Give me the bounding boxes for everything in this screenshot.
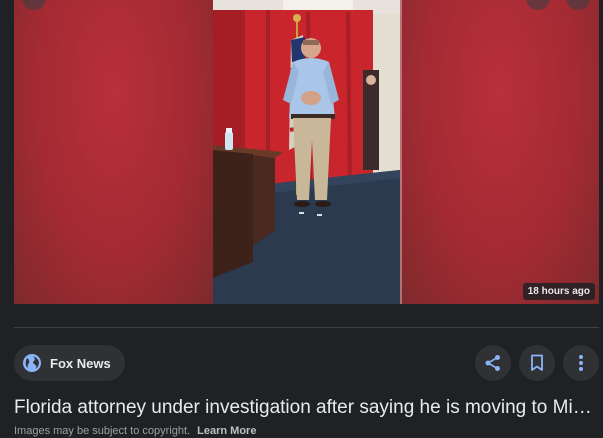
copyright-notice: Images may be subject to copyright. Lear… (14, 424, 599, 438)
source-name: Fox News (50, 355, 111, 371)
copyright-text: Images may be subject to copyright. (14, 425, 191, 437)
share-button[interactable] (475, 345, 511, 381)
share-icon (485, 355, 500, 371)
image-viewer-panel: 18 hours ago Fox News Florida attorney u… (0, 0, 603, 438)
image-preview[interactable]: 18 hours ago (14, 0, 599, 304)
more-vert-icon (579, 355, 583, 371)
globe-icon (23, 354, 41, 372)
main-photo[interactable] (213, 0, 400, 304)
more-options-button[interactable] (563, 345, 599, 381)
blurred-background-left (14, 0, 213, 304)
timestamp-badge: 18 hours ago (522, 283, 595, 300)
source-chip[interactable]: Fox News (14, 345, 125, 381)
article-title-link[interactable]: Florida attorney under investigation aft… (14, 396, 599, 420)
blurred-background-right (400, 0, 599, 304)
bookmark-icon (531, 354, 543, 371)
photo-illustration (213, 0, 400, 304)
learn-more-link[interactable]: Learn More (197, 425, 256, 437)
divider (14, 327, 599, 328)
save-button[interactable] (519, 345, 555, 381)
